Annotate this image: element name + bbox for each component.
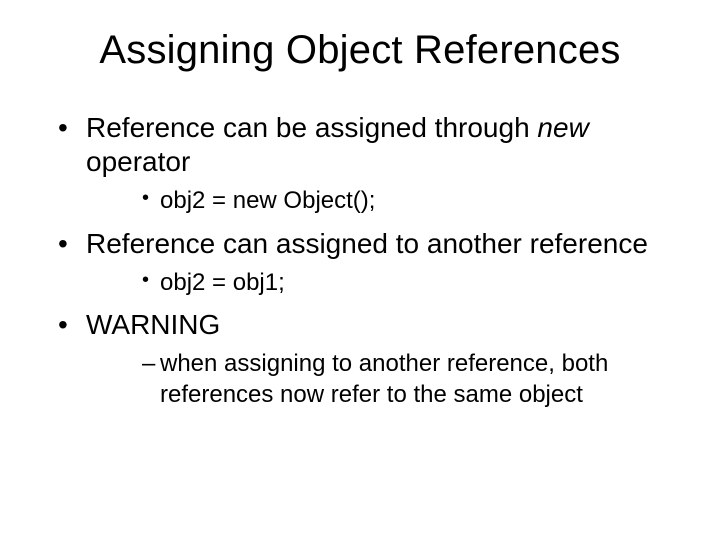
- slide-title: Assigning Object References: [40, 28, 680, 73]
- bullet-3-text: WARNING: [86, 309, 220, 340]
- bullet-3-sublist: when assigning to another reference, bot…: [86, 348, 680, 410]
- bullet-list: Reference can be assigned through new op…: [40, 111, 680, 410]
- bullet-1-text-a: Reference can be assigned through: [86, 112, 537, 143]
- slide: Assigning Object References Reference ca…: [0, 0, 720, 540]
- bullet-1-sublist: obj2 = new Object();: [86, 185, 680, 216]
- bullet-3-sub: when assigning to another reference, bot…: [142, 348, 680, 410]
- bullet-2-sublist: obj2 = obj1;: [86, 267, 680, 298]
- bullet-item-3: WARNING when assigning to another refere…: [68, 308, 680, 411]
- bullet-1-text-c: operator: [86, 146, 190, 177]
- bullet-2-text: Reference can assigned to another refere…: [86, 228, 648, 259]
- bullet-item-2: Reference can assigned to another refere…: [68, 227, 680, 298]
- bullet-1-text-italic: new: [537, 112, 588, 143]
- bullet-item-1: Reference can be assigned through new op…: [68, 111, 680, 217]
- bullet-2-sub: obj2 = obj1;: [142, 267, 680, 298]
- bullet-1-sub: obj2 = new Object();: [142, 185, 680, 216]
